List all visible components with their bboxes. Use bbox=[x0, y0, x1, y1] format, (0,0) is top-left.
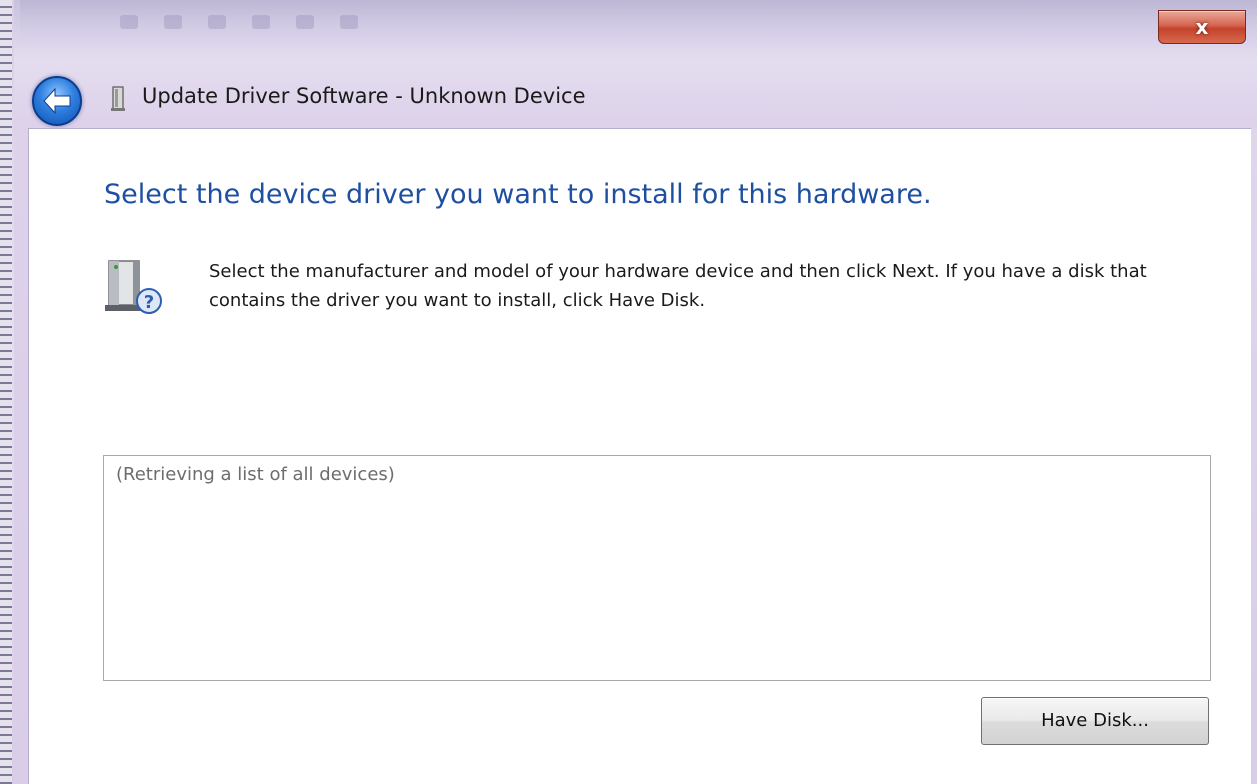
close-button[interactable]: x bbox=[1158, 10, 1246, 44]
device-list[interactable]: (Retrieving a list of all devices) bbox=[103, 455, 1211, 681]
close-icon: x bbox=[1195, 15, 1209, 39]
back-arrow-icon bbox=[43, 87, 71, 115]
instructions-text: Select the manufacturer and model of you… bbox=[209, 261, 1147, 311]
device-icon bbox=[111, 86, 125, 111]
device-list-status: (Retrieving a list of all devices) bbox=[116, 464, 395, 485]
svg-text:?: ? bbox=[144, 292, 154, 313]
update-driver-window: x Update Driver Software - Unknown Devic… bbox=[0, 0, 1257, 784]
have-disk-button[interactable]: Have Disk... bbox=[981, 697, 1209, 745]
window-right-edge bbox=[1251, 128, 1257, 784]
back-button[interactable] bbox=[32, 76, 82, 126]
dialog-content: Select the device driver you want to ins… bbox=[28, 128, 1251, 784]
background-toolbar-icons bbox=[120, 14, 420, 36]
page-heading: Select the device driver you want to ins… bbox=[104, 179, 932, 210]
window-top-bar bbox=[20, 0, 1257, 46]
title-bar: Update Driver Software - Unknown Device bbox=[28, 62, 1257, 128]
hardware-question-icon: ? bbox=[105, 260, 162, 314]
window-title: Update Driver Software - Unknown Device bbox=[142, 84, 586, 108]
background-app-strip bbox=[0, 0, 12, 784]
